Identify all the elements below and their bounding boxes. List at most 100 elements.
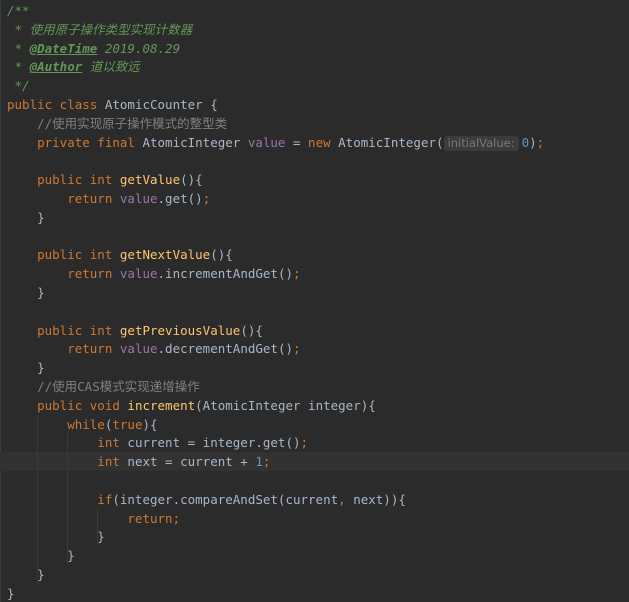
code-token: public int: [7, 322, 120, 338]
code-line[interactable]: return value.incrementAndGet();: [7, 264, 301, 283]
code-line[interactable]: * @Author 道以致远: [7, 57, 140, 76]
code-line[interactable]: return;: [7, 509, 180, 528]
code-token: next)){: [353, 491, 406, 507]
code-token: new: [308, 134, 339, 150]
code-token: int: [7, 435, 128, 451]
code-token: getValue: [119, 172, 181, 188]
code-token: {: [210, 97, 218, 112]
gutter-border: [0, 0, 1, 602]
code-token: =: [292, 134, 309, 150]
code-line[interactable]: public int getPreviousValue(){: [7, 321, 263, 340]
code-token: public int: [7, 247, 120, 263]
code-line[interactable]: int next = current + 1;: [7, 452, 270, 471]
code-token: public void: [7, 397, 128, 413]
code-token: ;: [202, 191, 211, 206]
code-token: *: [7, 59, 30, 75]
code-line[interactable]: return value.get();: [7, 189, 210, 208]
code-line[interactable]: public void increment(AtomicInteger inte…: [7, 396, 376, 415]
code-editor[interactable]: /** * 使用原子操作类型实现计数器 * @DateTime 2019.08.…: [0, 0, 629, 602]
code-token: value: [247, 134, 293, 150]
code-token: (){: [240, 322, 263, 338]
code-token: return;: [7, 510, 181, 526]
code-token: */: [7, 78, 30, 94]
code-token: ;: [300, 435, 309, 451]
code-token: public class: [7, 97, 105, 112]
code-token: ;: [293, 341, 301, 357]
code-line[interactable]: /**: [7, 1, 30, 20]
code-token: ){: [142, 416, 158, 432]
code-line[interactable]: }: [7, 546, 75, 565]
code-token: getNextValue: [119, 247, 211, 263]
code-token: (integer.compareAndSet(current: [112, 491, 339, 507]
code-token: }: [7, 548, 75, 564]
code-token: AtomicInteger: [142, 134, 248, 150]
code-token: * 使用原子操作类型实现计数器: [7, 21, 193, 37]
code-token: }: [7, 529, 105, 545]
code-line[interactable]: * 使用原子操作类型实现计数器: [7, 20, 193, 39]
code-token: public int: [7, 172, 120, 188]
code-token: ;: [293, 266, 301, 282]
code-line[interactable]: int current = integer.get();: [7, 433, 308, 452]
code-line[interactable]: }: [7, 565, 45, 584]
code-line[interactable]: }: [7, 584, 15, 602]
code-token: //使用CAS模式实现递增操作: [7, 379, 200, 394]
code-line[interactable]: }: [7, 527, 105, 546]
code-token: increment: [127, 397, 196, 413]
code-token: getPreviousValue: [119, 322, 241, 338]
code-line[interactable]: public class AtomicCounter {: [7, 95, 218, 114]
code-line[interactable]: }: [7, 283, 45, 302]
code-token: 道以致远: [82, 59, 140, 75]
code-line[interactable]: }: [7, 358, 45, 377]
code-token: .decrementAndGet(): [157, 341, 293, 357]
code-token: int: [7, 454, 128, 470]
code-line[interactable]: while(true){: [7, 415, 158, 434]
code-line[interactable]: //使用实现原子操作模式的整型类: [7, 114, 227, 133]
code-line[interactable]: public int getNextValue(){: [7, 245, 233, 264]
code-token: true: [112, 416, 143, 432]
code-line[interactable]: private final AtomicInteger value = new …: [7, 133, 544, 152]
code-token: ,: [338, 491, 354, 507]
code-token: ): [529, 134, 537, 150]
code-token: return: [7, 191, 120, 206]
code-line[interactable]: if(integer.compareAndSet(current, next))…: [7, 490, 406, 509]
code-line[interactable]: */: [7, 76, 30, 95]
code-token: return: [7, 341, 120, 357]
code-token: if: [7, 491, 113, 507]
code-token: }: [7, 585, 15, 601]
code-token: ;: [262, 454, 271, 470]
code-token: value: [119, 341, 158, 357]
code-token: .get(): [157, 191, 203, 206]
code-token: value: [119, 266, 158, 282]
code-token: AtomicInteger(: [338, 134, 444, 150]
code-token: current = integer.get(): [127, 435, 301, 451]
code-token: (AtomicInteger integer){: [195, 397, 376, 413]
code-token: 0: [521, 134, 530, 150]
code-token: 1: [255, 454, 263, 470]
code-token: value: [119, 191, 158, 206]
code-line[interactable]: //使用CAS模式实现递增操作: [7, 377, 200, 396]
code-token: *: [7, 40, 30, 56]
code-line[interactable]: return value.decrementAndGet();: [7, 339, 301, 358]
code-line[interactable]: * @DateTime 2019.08.29: [7, 39, 181, 58]
code-token: @DateTime: [29, 40, 98, 56]
code-line[interactable]: public int getValue(){: [7, 170, 203, 189]
code-token: //使用实现原子操作模式的整型类: [7, 115, 228, 131]
code-token: 2019.08.29: [97, 40, 181, 56]
code-token: .incrementAndGet(): [157, 266, 293, 282]
code-token: @Author: [29, 59, 83, 75]
code-token: }: [7, 567, 45, 582]
code-token: ;: [536, 134, 545, 150]
code-token: }: [7, 209, 45, 225]
code-token: return: [7, 266, 120, 282]
code-token: next = current +: [127, 454, 256, 470]
code-token: AtomicCounter: [104, 97, 211, 112]
code-token: (){: [180, 172, 203, 188]
code-token: }: [7, 360, 45, 376]
code-token: }: [7, 285, 45, 300]
code-line[interactable]: }: [7, 208, 45, 227]
code-token: (){: [210, 247, 233, 263]
code-token: while: [7, 416, 105, 432]
parameter-hint: initialValue:: [443, 135, 519, 151]
code-token: /**: [7, 3, 30, 18]
code-token: private final: [7, 134, 143, 150]
